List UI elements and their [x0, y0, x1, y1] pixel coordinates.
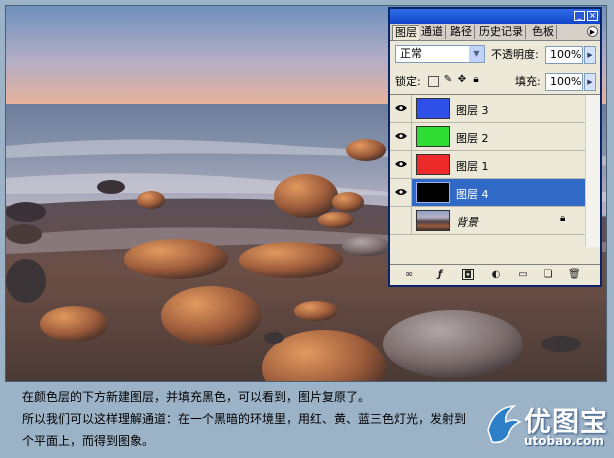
fill-field[interactable]: 100%: [545, 73, 583, 91]
visibility-toggle[interactable]: [390, 95, 412, 122]
lock-icon: 🔒︎: [560, 213, 566, 224]
adjustment-layer-icon[interactable]: ◐: [490, 269, 502, 280]
blend-mode-value: 正常: [400, 47, 422, 60]
delete-layer-icon[interactable]: 🗑︎: [568, 269, 581, 280]
tab-swatches[interactable]: 色板: [530, 25, 557, 39]
layer-row-4[interactable]: 图层 4: [390, 179, 586, 207]
panel-tabs: 图层 通道 路径 历史记录 色板 ▶: [390, 24, 600, 41]
tab-history[interactable]: 历史记录: [477, 25, 526, 39]
new-layer-icon[interactable]: ❏: [542, 269, 554, 280]
layer-row-1[interactable]: 图层 1: [390, 151, 586, 179]
opacity-label: 不透明度:: [491, 48, 539, 61]
visibility-toggle[interactable]: [390, 151, 412, 178]
caption-line-1: 在颜色层的下方新建图层，并填充黑色，可以看到，图片复原了。: [22, 390, 371, 404]
lock-move-icon[interactable]: ✥: [456, 74, 468, 86]
fill-value: 100%: [550, 75, 582, 88]
opacity-field[interactable]: 100%: [545, 46, 583, 64]
visibility-toggle[interactable]: [390, 207, 412, 234]
layer-name: 图层 4: [456, 188, 489, 201]
layer-name: 图层 2: [456, 132, 489, 145]
eye-icon: [395, 161, 407, 167]
tab-layers[interactable]: 图层: [392, 25, 420, 40]
minimize-button[interactable]: _: [574, 11, 585, 21]
new-group-icon[interactable]: ▭: [517, 269, 529, 280]
fill-label: 填充:: [515, 75, 541, 88]
eye-icon: [395, 189, 407, 195]
layer-row-background[interactable]: 背景 🔒︎: [390, 207, 586, 235]
lock-all-icon[interactable]: 🔒︎: [470, 74, 482, 86]
close-button[interactable]: ×: [587, 11, 598, 21]
layers-scrollbar[interactable]: [585, 95, 600, 247]
caption-line-3: 个平面上，而得到图象。: [22, 434, 155, 448]
layer-row-3[interactable]: 图层 3: [390, 95, 586, 123]
chevron-down-icon[interactable]: ▼: [469, 46, 484, 62]
eye-icon: [395, 105, 407, 111]
layer-thumbnail: [416, 154, 450, 175]
layers-bottom-toolbar: ∞ ƒ ◘ ◐ ▭ ❏ 🗑︎: [390, 264, 600, 285]
lock-transparent-icon[interactable]: [428, 76, 439, 87]
panel-titlebar[interactable]: _ ×: [390, 9, 600, 24]
layer-row-2[interactable]: 图层 2: [390, 123, 586, 151]
opacity-slider-arrow-icon[interactable]: ▶: [584, 46, 596, 64]
layer-thumbnail: [416, 210, 450, 231]
caption: 在颜色层的下方新建图层，并填充黑色，可以看到，图片复原了。 所以我们可以这样理解…: [22, 386, 522, 452]
visibility-toggle[interactable]: [390, 123, 412, 150]
tab-channels[interactable]: 通道: [419, 25, 446, 39]
opacity-value: 100%: [550, 48, 582, 61]
lock-label: 锁定:: [395, 75, 421, 88]
blend-mode-select[interactable]: 正常 ▼: [395, 45, 485, 63]
utobao-watermark: 优图宝 utobao.com: [484, 398, 614, 456]
layer-thumbnail: [416, 182, 450, 203]
bird-logo-icon: [487, 404, 522, 444]
fill-slider-arrow-icon[interactable]: ▶: [584, 73, 596, 91]
blend-opacity-row: 正常 ▼ 不透明度: 100% ▶: [390, 43, 600, 67]
panel-menu-arrow-icon[interactable]: ▶: [587, 26, 598, 37]
layer-name: 图层 1: [456, 160, 489, 173]
tab-paths[interactable]: 路径: [448, 25, 475, 39]
layer-name: 背景: [456, 216, 478, 229]
layer-style-icon[interactable]: ƒ: [434, 269, 446, 280]
layer-name: 图层 3: [456, 104, 489, 117]
eye-icon: [395, 133, 407, 139]
caption-line-2: 所以我们可以这样理解通道：在一个黑暗的环境里，用红、黄、蓝三色灯光，发射到: [22, 412, 467, 426]
visibility-toggle[interactable]: [390, 179, 412, 206]
layer-thumbnail: [416, 126, 450, 147]
layers-panel: _ × 图层 通道 路径 历史记录 色板 ▶ 正常 ▼ 不透明度: 100% ▶…: [388, 7, 602, 287]
link-layers-icon[interactable]: ∞: [403, 269, 415, 280]
layers-list: 图层 3 图层 2 图层 1 图层 4 背景 🔒︎: [390, 94, 600, 247]
lock-brush-icon[interactable]: ✎: [442, 74, 454, 86]
watermark-url: utobao.com: [524, 434, 604, 448]
layer-thumbnail: [416, 98, 450, 119]
add-mask-icon[interactable]: ◘: [462, 269, 474, 281]
lock-fill-row: 锁定: ✎ ✥ 🔒︎ 填充: 100% ▶: [390, 71, 600, 95]
